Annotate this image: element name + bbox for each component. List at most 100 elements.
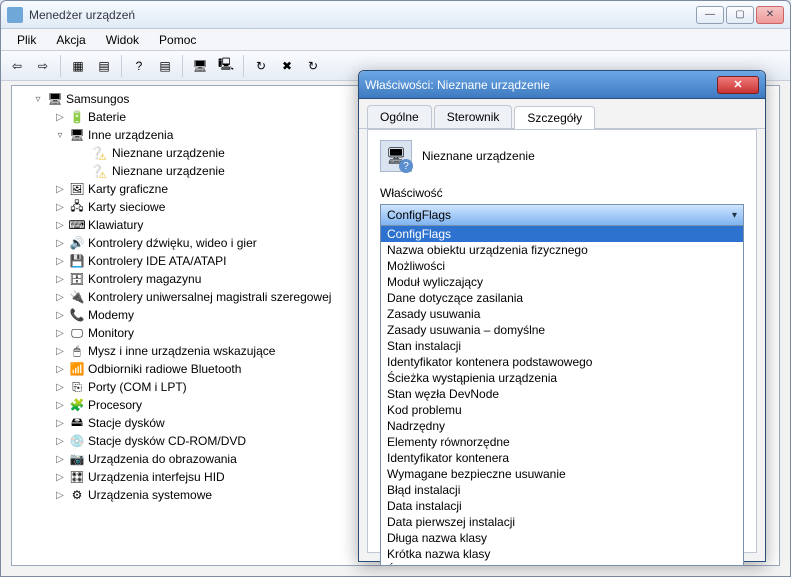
- device-category-icon: 🗄: [69, 271, 85, 287]
- device-category-icon: ⚙: [69, 487, 85, 503]
- dropdown-option[interactable]: Ścieżka ikony klasy: [381, 562, 743, 566]
- expand-icon[interactable]: ▷: [54, 292, 66, 303]
- menu-view[interactable]: Widok: [96, 31, 149, 49]
- expand-icon[interactable]: ▷: [54, 256, 66, 267]
- help-icon: ?: [136, 59, 143, 73]
- dropdown-option[interactable]: Elementy równorzędne: [381, 434, 743, 450]
- dropdown-option[interactable]: Krótka nazwa klasy: [381, 546, 743, 562]
- device-category-icon: 🖵: [69, 325, 85, 341]
- back-button[interactable]: ⇦: [5, 54, 29, 78]
- dropdown-option[interactable]: Ścieżka wystąpienia urządzenia: [381, 370, 743, 386]
- expand-icon[interactable]: ▷: [54, 490, 66, 501]
- expand-icon[interactable]: ▷: [54, 112, 66, 123]
- close-button[interactable]: ✕: [756, 6, 784, 24]
- menubar: Plik Akcja Widok Pomoc: [1, 29, 790, 51]
- dropdown-option[interactable]: Data instalacji: [381, 498, 743, 514]
- expand-icon[interactable]: ▷: [54, 400, 66, 411]
- view-icon: ▤: [159, 59, 170, 73]
- tab-general[interactable]: Ogólne: [367, 105, 432, 128]
- dropdown-option[interactable]: Stan węzła DevNode: [381, 386, 743, 402]
- dialog-close-button[interactable]: ✕: [717, 76, 759, 94]
- menu-file[interactable]: Plik: [7, 31, 46, 49]
- extra-button[interactable]: ↻: [301, 54, 325, 78]
- combo-value: ConfigFlags: [387, 208, 451, 222]
- dropdown-option[interactable]: Długa nazwa klasy: [381, 530, 743, 546]
- device-category-icon: 📷: [69, 451, 85, 467]
- chevron-down-icon: ▾: [732, 210, 737, 221]
- expand-icon[interactable]: ▷: [54, 220, 66, 231]
- expand-icon[interactable]: ▷: [54, 328, 66, 339]
- property-combobox[interactable]: ConfigFlags ▾: [380, 204, 744, 226]
- expand-icon[interactable]: ▷: [54, 238, 66, 249]
- device-header: 🖥 Nieznane urządzenie: [380, 140, 744, 172]
- window-title: Menedżer urządzeń: [29, 8, 694, 22]
- dropdown-option[interactable]: ConfigFlags: [381, 226, 743, 242]
- add-icon: 🖳: [218, 55, 234, 76]
- view-button[interactable]: ▤: [153, 54, 177, 78]
- dropdown-option[interactable]: Moduł wyliczający: [381, 274, 743, 290]
- dropdown-option[interactable]: Wymagane bezpieczne usuwanie: [381, 466, 743, 482]
- expand-icon[interactable]: ▷: [54, 436, 66, 447]
- property-dropdown[interactable]: ConfigFlagsNazwa obiektu urządzenia fizy…: [380, 226, 744, 566]
- menu-help[interactable]: Pomoc: [149, 31, 206, 49]
- tab-strip: Ogólne Sterownik Szczegóły: [359, 99, 765, 129]
- tree-item-label: Karty sieciowe: [88, 200, 165, 214]
- tree-item-label: Stacje dysków CD-ROM/DVD: [88, 434, 246, 448]
- scan-icon: 🖥: [192, 59, 207, 73]
- expand-icon[interactable]: ▷: [54, 310, 66, 321]
- device-category-icon: 🖴: [69, 415, 85, 431]
- help-button[interactable]: ?: [127, 54, 151, 78]
- tree-item-label: Urządzenia interfejsu HID: [88, 470, 225, 484]
- expand-icon[interactable]: ▷: [54, 202, 66, 213]
- collapse-icon[interactable]: ▿: [32, 94, 44, 105]
- separator: [182, 55, 183, 77]
- tree-item-label: Inne urządzenia: [88, 128, 173, 142]
- device-category-icon: 🖥: [69, 127, 85, 143]
- details-button[interactable]: ▤: [92, 54, 116, 78]
- expand-icon[interactable]: ▿: [54, 130, 66, 141]
- device-icon: 🖥: [380, 140, 412, 172]
- tab-driver[interactable]: Sterownik: [434, 105, 513, 128]
- dialog-titlebar: Właściwości: Nieznane urządzenie ✕: [359, 71, 765, 99]
- dropdown-option[interactable]: Dane dotyczące zasilania: [381, 290, 743, 306]
- expand-icon[interactable]: ▷: [54, 346, 66, 357]
- expand-icon[interactable]: ▷: [54, 364, 66, 375]
- expand-icon[interactable]: ▷: [54, 454, 66, 465]
- dropdown-option[interactable]: Identyfikator kontenera podstawowego: [381, 354, 743, 370]
- tab-details[interactable]: Szczegóły: [514, 106, 595, 129]
- maximize-button[interactable]: ▢: [726, 6, 754, 24]
- expand-icon[interactable]: ▷: [54, 472, 66, 483]
- menu-action[interactable]: Akcja: [46, 31, 95, 49]
- add-button[interactable]: 🖳: [214, 54, 238, 78]
- dropdown-option[interactable]: Stan instalacji: [381, 338, 743, 354]
- dropdown-option[interactable]: Data pierwszej instalacji: [381, 514, 743, 530]
- dropdown-option[interactable]: Zasady usuwania – domyślne: [381, 322, 743, 338]
- app-icon: [7, 7, 23, 23]
- dropdown-option[interactable]: Możliwości: [381, 258, 743, 274]
- remove-button[interactable]: ✖: [275, 54, 299, 78]
- expand-icon[interactable]: ▷: [54, 418, 66, 429]
- expand-icon[interactable]: ▷: [54, 184, 66, 195]
- update-button[interactable]: ↻: [249, 54, 273, 78]
- tree-item-label: Monitory: [88, 326, 134, 340]
- tree-item-label: Kontrolery uniwersalnej magistrali szere…: [88, 290, 331, 304]
- expand-icon[interactable]: ▷: [54, 382, 66, 393]
- tree-item-label: Nieznane urządzenie: [112, 164, 225, 178]
- dropdown-option[interactable]: Nadrzędny: [381, 418, 743, 434]
- dropdown-option[interactable]: Błąd instalacji: [381, 482, 743, 498]
- dropdown-option[interactable]: Kod problemu: [381, 402, 743, 418]
- dropdown-option[interactable]: Nazwa obiektu urządzenia fizycznego: [381, 242, 743, 258]
- device-category-icon: 📞: [69, 307, 85, 323]
- scan-button[interactable]: 🖥: [188, 54, 212, 78]
- property-combo: ConfigFlags ▾ ConfigFlagsNazwa obiektu u…: [380, 204, 744, 226]
- separator: [121, 55, 122, 77]
- dialog-title: Właściwości: Nieznane urządzenie: [365, 78, 717, 92]
- tree-item-label: Odbiorniki radiowe Bluetooth: [88, 362, 241, 376]
- properties-button[interactable]: ▦: [66, 54, 90, 78]
- forward-button[interactable]: ⇨: [31, 54, 55, 78]
- expand-icon[interactable]: ▷: [54, 274, 66, 285]
- property-label: Właściwość: [380, 186, 744, 200]
- minimize-button[interactable]: —: [696, 6, 724, 24]
- dropdown-option[interactable]: Zasady usuwania: [381, 306, 743, 322]
- dropdown-option[interactable]: Identyfikator kontenera: [381, 450, 743, 466]
